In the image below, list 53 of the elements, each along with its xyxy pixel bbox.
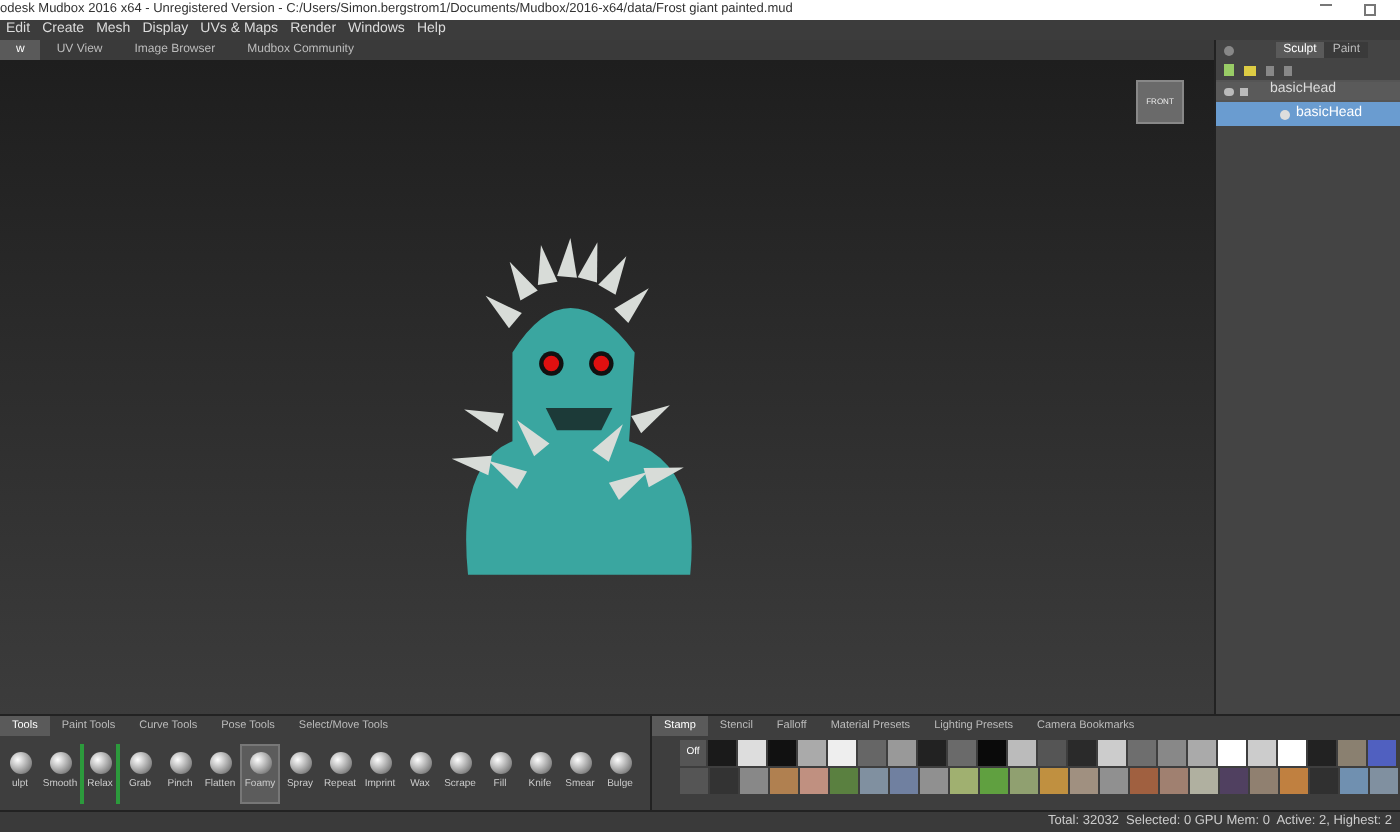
stamp-thumbnail[interactable] bbox=[950, 768, 978, 794]
stamp-thumbnail[interactable] bbox=[708, 740, 736, 766]
stamp-thumbnail[interactable] bbox=[858, 740, 886, 766]
lock-icon[interactable] bbox=[1240, 87, 1248, 95]
new-layer-icon[interactable] bbox=[1224, 64, 1234, 76]
stamp-thumbnail[interactable] bbox=[1068, 740, 1096, 766]
stamp-thumbnail[interactable] bbox=[1190, 768, 1218, 794]
stamp-thumbnail[interactable] bbox=[1128, 740, 1156, 766]
stamp-thumbnail[interactable] bbox=[1008, 740, 1036, 766]
stamp-thumbnail[interactable] bbox=[1130, 768, 1158, 794]
stamp-thumbnail[interactable] bbox=[1160, 768, 1188, 794]
stamp-thumbnail[interactable] bbox=[1218, 740, 1246, 766]
stamp-thumbnail[interactable] bbox=[920, 768, 948, 794]
stamp-thumbnail[interactable] bbox=[800, 768, 828, 794]
stamp-thumbnail[interactable] bbox=[1098, 740, 1126, 766]
maximize-icon[interactable] bbox=[1364, 4, 1376, 16]
stamp-thumbnail[interactable] bbox=[680, 768, 708, 794]
stamp-thumbnail[interactable] bbox=[890, 768, 918, 794]
eye-icon[interactable] bbox=[1224, 87, 1234, 95]
stamp-thumbnail[interactable] bbox=[1070, 768, 1098, 794]
stamp-thumbnail[interactable] bbox=[1248, 740, 1276, 766]
stamp-thumbnail[interactable] bbox=[738, 740, 766, 766]
stamp-thumbnail[interactable] bbox=[798, 740, 826, 766]
minimize-icon[interactable] bbox=[1320, 4, 1332, 6]
stamp-thumbnail[interactable] bbox=[1100, 768, 1128, 794]
stamp-thumbnail[interactable] bbox=[978, 740, 1006, 766]
stamp-thumbnail[interactable] bbox=[1370, 768, 1398, 794]
stamp-thumbnail[interactable] bbox=[948, 740, 976, 766]
stamp-thumbnail[interactable] bbox=[1308, 740, 1336, 766]
stamp-thumbnail[interactable] bbox=[888, 740, 916, 766]
stamp-thumbnail[interactable] bbox=[768, 740, 796, 766]
stamp-thumbnail[interactable] bbox=[918, 740, 946, 766]
stamp-thumbnail[interactable] bbox=[1158, 740, 1186, 766]
stamp-thumbnail[interactable] bbox=[1188, 740, 1216, 766]
stamp-thumbnail[interactable] bbox=[770, 768, 798, 794]
stamp-thumbnail[interactable] bbox=[1220, 768, 1248, 794]
stamp-thumbnail[interactable] bbox=[1338, 740, 1366, 766]
stamp-thumbnail[interactable] bbox=[1038, 740, 1066, 766]
stamp-thumbnail[interactable] bbox=[1280, 768, 1308, 794]
stamp-thumbnail[interactable] bbox=[1340, 768, 1368, 794]
stamp-thumbnail[interactable] bbox=[1278, 740, 1306, 766]
stamp-thumbnail[interactable] bbox=[830, 768, 858, 794]
folder-icon[interactable] bbox=[1244, 65, 1256, 75]
stamp-thumbnail[interactable] bbox=[1040, 768, 1068, 794]
stamp-thumbnail[interactable] bbox=[1010, 768, 1038, 794]
stamp-thumbnail[interactable] bbox=[860, 768, 888, 794]
stamp-thumbnail[interactable] bbox=[1310, 768, 1338, 794]
stamp-thumbnail[interactable] bbox=[828, 740, 856, 766]
stamp-thumbnail[interactable] bbox=[710, 768, 738, 794]
stamp-thumbnail[interactable] bbox=[1250, 768, 1278, 794]
stamp-thumbnail[interactable] bbox=[980, 768, 1008, 794]
stamp-thumbnail[interactable] bbox=[740, 768, 768, 794]
stamp-thumbnail[interactable] bbox=[1368, 740, 1396, 766]
